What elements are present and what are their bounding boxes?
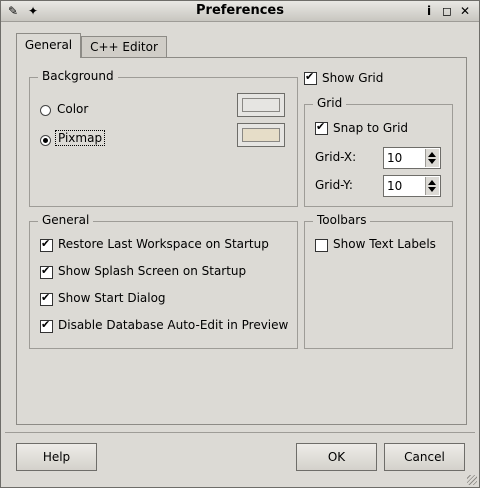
ok-button[interactable]: OK [296,443,377,471]
pixmap-radio[interactable] [40,135,51,146]
snap-to-grid-label[interactable]: Snap to Grid [333,121,408,135]
maximize-icon[interactable]: ◻ [439,3,455,19]
resize-grip[interactable] [467,475,477,485]
grid-group: Grid Snap to Grid Grid-X: 10 Grid-Y: 10 [304,96,453,207]
help-icon[interactable]: i [421,3,437,19]
show-start-dialog-label[interactable]: Show Start Dialog [58,291,166,305]
snap-to-grid-checkbox[interactable] [315,120,328,135]
title-bar[interactable]: ✎ ✦ Preferences i ◻ ✕ [1,1,479,22]
grid-y-stepper[interactable] [425,177,439,195]
show-grid-label[interactable]: Show Grid [322,71,383,85]
disable-auto-edit-checkbox[interactable] [40,318,53,333]
tab-cpp-editor-label: C++ Editor [90,40,158,54]
general-legend: General [38,213,94,227]
grid-y-label: Grid-Y: [315,178,353,192]
show-grid-checkbox[interactable] [304,70,317,85]
color-radio-label[interactable]: Color [57,102,88,116]
show-splash-label[interactable]: Show Splash Screen on Startup [58,264,246,278]
cancel-button[interactable]: Cancel [384,443,465,471]
preferences-window: ✎ ✦ Preferences i ◻ ✕ General C++ Editor… [0,0,480,488]
grid-x-label: Grid-X: [315,150,357,164]
tab-general-label: General [24,38,73,52]
grid-y-spinbox[interactable]: 10 [383,175,441,197]
pixmap-swatch-button[interactable] [237,123,285,147]
tab-general[interactable]: General [16,33,81,58]
tab-cpp-editor[interactable]: C++ Editor [81,36,167,57]
show-text-labels-checkbox[interactable] [315,239,328,252]
button-separator [5,432,475,433]
close-icon[interactable]: ✕ [457,3,473,19]
show-text-labels-label[interactable]: Show Text Labels [333,237,436,251]
grid-x-stepper[interactable] [425,149,439,167]
color-radio[interactable] [40,105,51,116]
restore-workspace-checkbox[interactable] [40,237,53,252]
background-legend: Background [38,69,118,83]
show-splash-checkbox[interactable] [40,264,53,279]
grid-legend: Grid [313,96,347,110]
help-button[interactable]: Help [16,443,97,471]
stepper-down-icon[interactable] [428,159,436,164]
stepper-down-icon[interactable] [428,187,436,192]
disable-auto-edit-label[interactable]: Disable Database Auto-Edit in Preview [58,318,288,332]
grid-x-spinbox[interactable]: 10 [383,147,441,169]
tab-pane-general: Background Color Pixmap Show Grid Grid S… [16,57,467,425]
grid-x-value: 10 [387,151,403,165]
general-group: General Restore Last Workspace on Startu… [29,213,298,349]
color-swatch-button[interactable] [237,93,285,117]
stepper-up-icon[interactable] [428,180,436,185]
restore-workspace-label[interactable]: Restore Last Workspace on Startup [58,237,269,251]
grid-y-value: 10 [387,179,403,193]
toolbars-group: Toolbars Show Text Labels [304,213,453,349]
pixmap-radio-label[interactable]: Pixmap [55,130,106,146]
color-swatch-preview [242,98,280,112]
background-group: Background Color Pixmap [29,69,298,207]
stepper-up-icon[interactable] [428,152,436,157]
pixmap-label-text: Pixmap [55,130,106,146]
toolbars-legend: Toolbars [313,213,371,227]
window-title: Preferences [196,3,284,18]
show-start-dialog-checkbox[interactable] [40,291,53,306]
pixmap-swatch-preview [242,128,280,142]
